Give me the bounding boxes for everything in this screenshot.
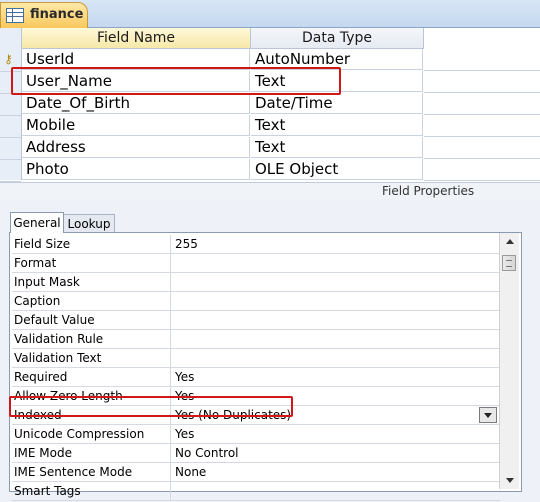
property-name: Caption (12, 292, 171, 310)
description-cell[interactable] (424, 71, 540, 93)
document-tab-label: finance (30, 7, 84, 22)
field-name-cell[interactable]: Address (22, 137, 250, 158)
description-cell[interactable] (424, 159, 540, 181)
description-cell[interactable] (424, 115, 540, 137)
document-tab-finance[interactable]: finance (0, 2, 88, 28)
tab-general[interactable]: General (10, 212, 64, 233)
property-value[interactable]: Yes (172, 425, 500, 443)
scroll-down-icon[interactable] (500, 472, 519, 489)
field-properties-panel: General Lookup Field Size 255 Format Inpu… (0, 200, 540, 502)
property-value[interactable] (172, 292, 500, 310)
properties-sheet: Field Size 255 Format Input Mask Caption … (9, 232, 522, 501)
property-value[interactable] (172, 330, 500, 348)
scroll-up-icon[interactable] (500, 233, 519, 250)
property-row[interactable]: Default Value (12, 311, 500, 330)
data-type-header: Data Type (251, 28, 424, 49)
table-icon (6, 8, 24, 23)
table-design-grid: Field Name Data Type ⚷ UserId AutoNumber… (0, 28, 540, 182)
tab-lookup[interactable]: Lookup (63, 214, 115, 233)
property-name: Input Mask (12, 273, 171, 291)
data-type-cell[interactable]: OLE Object (251, 159, 423, 180)
description-cell[interactable] (424, 137, 540, 159)
field-properties-label: Field Properties (382, 184, 475, 198)
field-properties-bar: Field Properties (0, 182, 540, 201)
property-row[interactable]: Unicode Compression Yes (12, 425, 500, 444)
property-name: Format (12, 254, 171, 272)
field-name-cell[interactable]: Mobile (22, 115, 250, 136)
property-name: Validation Text (12, 349, 171, 367)
row-selector[interactable] (0, 115, 21, 138)
property-name: Default Value (12, 311, 171, 329)
row-selector[interactable] (0, 137, 21, 160)
property-name: Field Size (12, 235, 171, 253)
property-name: IME Sentence Mode (12, 463, 171, 481)
property-row[interactable]: Field Size 255 (12, 235, 500, 254)
property-name: Required (12, 368, 171, 386)
field-name-cell[interactable]: Date_Of_Birth (22, 93, 250, 114)
property-row[interactable]: Required Yes (12, 368, 500, 387)
highlight-box-indexed (9, 396, 293, 417)
field-name-cell[interactable]: Photo (22, 159, 250, 180)
property-name: IME Mode (12, 444, 171, 462)
property-row[interactable]: Caption (12, 292, 500, 311)
property-row[interactable]: Format (12, 254, 500, 273)
data-type-cell[interactable]: Text (251, 137, 423, 158)
property-value[interactable]: None (172, 463, 500, 481)
row-selector[interactable] (0, 159, 21, 182)
dropdown-arrow-icon[interactable] (479, 407, 497, 423)
property-row[interactable]: IME Mode No Control (12, 444, 500, 463)
properties-table: Field Size 255 Format Input Mask Caption … (12, 235, 500, 501)
data-type-cell[interactable]: Text (251, 115, 423, 136)
property-value[interactable] (172, 273, 500, 291)
highlight-box-user-name (11, 67, 341, 95)
property-row[interactable]: Validation Rule (12, 330, 500, 349)
description-cell[interactable] (424, 49, 540, 71)
document-tab-strip: finance (0, 0, 540, 28)
property-value[interactable] (172, 482, 500, 500)
row-selector[interactable] (0, 93, 21, 116)
property-value[interactable]: 255 (172, 235, 500, 253)
property-row[interactable]: Input Mask (12, 273, 500, 292)
description-cell[interactable] (424, 93, 540, 115)
properties-scrollbar[interactable] (499, 233, 519, 489)
property-row[interactable]: Smart Tags (12, 482, 500, 501)
property-value[interactable] (172, 349, 500, 367)
field-name-header: Field Name (22, 28, 251, 49)
property-value[interactable]: Yes (172, 368, 500, 386)
data-type-cell[interactable]: Date/Time (251, 93, 423, 114)
property-name: Smart Tags (12, 482, 171, 500)
property-value[interactable]: No Control (172, 444, 500, 462)
primary-key-icon: ⚷ (4, 52, 13, 66)
property-row[interactable]: IME Sentence Mode None (12, 463, 500, 482)
property-value[interactable] (172, 254, 500, 272)
property-value[interactable] (172, 311, 500, 329)
property-name: Validation Rule (12, 330, 171, 348)
scroll-thumb[interactable] (502, 255, 516, 271)
property-name: Unicode Compression (12, 425, 171, 443)
property-row[interactable]: Validation Text (12, 349, 500, 368)
